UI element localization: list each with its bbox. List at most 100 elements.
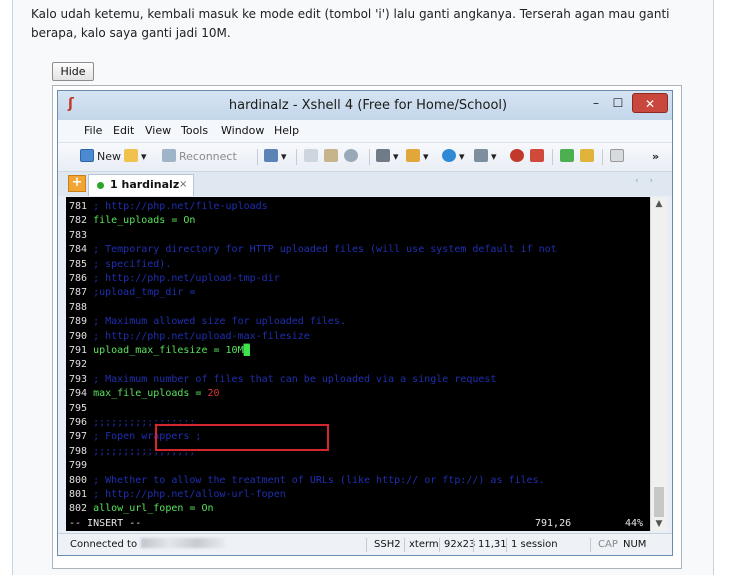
toolbar-overflow-button[interactable]: » xyxy=(652,148,659,166)
new-label: New xyxy=(97,150,121,163)
layout-button[interactable] xyxy=(560,148,577,166)
line-number: 782 xyxy=(69,215,88,227)
line-number: 789 xyxy=(69,316,88,328)
tab-scroll-arrows-icon[interactable]: ‹ › xyxy=(635,176,657,186)
line-text: file_uploads = On xyxy=(87,215,196,227)
xftp-button[interactable] xyxy=(530,148,547,166)
line-number: 796 xyxy=(69,417,88,428)
tools-icon xyxy=(474,149,488,162)
transfer-button[interactable]: ▾ xyxy=(406,148,429,166)
toolbar: New ▾ Reconnect ▾ ▾ ▾ ▾ ▾ » xyxy=(58,143,672,172)
line-number: 792 xyxy=(69,359,88,371)
terminal-line: 800 ; Whether to allow the treatment of … xyxy=(69,474,545,488)
connected-label: Connected to xyxy=(70,539,138,550)
connected-status-icon xyxy=(97,182,104,189)
vertical-scrollbar[interactable]: ▲ ▼ xyxy=(650,197,667,531)
print-button[interactable]: ▾ xyxy=(376,148,399,166)
toolbar-separator xyxy=(552,149,553,165)
line-text: ; http://php.net/file-uploads xyxy=(87,201,268,212)
xshell-window: ʃ hardinalz - Xshell 4 (Free for Home/Sc… xyxy=(57,90,673,556)
scroll-up-icon[interactable]: ▲ xyxy=(651,199,667,209)
copy-icon xyxy=(304,149,318,162)
line-text: ; Whether to allow the treatment of URLs… xyxy=(87,474,545,486)
connection-status: Connected to xyxy=(70,534,226,555)
terminal-line: 793 ; Maximum number of files that can b… xyxy=(69,373,496,387)
menu-window[interactable]: Window xyxy=(221,120,264,142)
tools-button[interactable]: ▾ xyxy=(474,148,497,166)
line-number: 785 xyxy=(69,258,88,270)
menu-bar: File Edit View Tools Window Help xyxy=(58,120,672,143)
search-icon xyxy=(344,149,358,162)
status-separator xyxy=(506,538,507,552)
toolbar-separator xyxy=(257,149,258,165)
folder-icon xyxy=(124,149,138,162)
terminal-type-status: xterm xyxy=(409,539,439,550)
new-session-button[interactable]: New xyxy=(80,148,121,166)
properties-button[interactable]: ▾ xyxy=(264,148,287,166)
menu-file[interactable]: File xyxy=(84,120,102,142)
minimize-button[interactable]: – xyxy=(586,93,606,113)
scroll-down-icon[interactable]: ▼ xyxy=(651,519,667,529)
terminal-area[interactable]: 781 ; http://php.net/file-uploads 782 fil… xyxy=(66,197,650,531)
add-session-icon[interactable]: + xyxy=(68,175,86,192)
terminal-line: 795 xyxy=(69,402,87,416)
properties-icon xyxy=(264,149,278,162)
reconnect-label: Reconnect xyxy=(179,150,237,163)
hide-button[interactable]: Hide xyxy=(52,62,94,81)
terminal-line: 794 max_file_uploads = 20 xyxy=(69,387,220,401)
menu-help[interactable]: Help xyxy=(274,120,299,142)
vim-mode-indicator: -- INSERT -- xyxy=(69,517,142,529)
line-number: 799 xyxy=(69,460,88,472)
maximize-button[interactable]: ☐ xyxy=(608,93,628,113)
lock-button[interactable] xyxy=(580,148,597,166)
terminal-line: 786 ; http://php.net/upload-tmp-dir xyxy=(69,272,280,286)
session-tab[interactable]: 1 hardinalz × xyxy=(88,174,194,196)
line-number: 790 xyxy=(69,330,88,342)
line-text: ; http://php.net/upload-tmp-dir xyxy=(87,273,280,284)
line-text: upload_max_filesize = 10M xyxy=(87,345,244,356)
line-text: ; Maximum allowed size for uploaded file… xyxy=(87,316,346,328)
reconnect-button[interactable]: Reconnect xyxy=(162,148,237,166)
xshell-button[interactable] xyxy=(510,148,527,166)
toolbar-separator xyxy=(296,149,297,165)
text-cursor: █ xyxy=(243,345,250,356)
copy-button[interactable] xyxy=(304,148,321,166)
find-button[interactable] xyxy=(344,148,361,166)
protocol-status: SSH2 xyxy=(374,539,401,550)
terminal-line: 781 ; http://php.net/file-uploads xyxy=(69,200,268,214)
keyboard-button[interactable] xyxy=(610,148,627,166)
print-icon xyxy=(376,149,390,162)
new-session-icon xyxy=(80,149,94,162)
close-button[interactable]: ✕ xyxy=(632,93,668,113)
line-number: 791 xyxy=(69,345,88,356)
menu-edit[interactable]: Edit xyxy=(113,120,134,142)
tab-close-icon[interactable]: × xyxy=(179,175,187,195)
line-number: 786 xyxy=(69,273,88,284)
paste-button[interactable] xyxy=(324,148,341,166)
post-text: Kalo udah ketemu, kembali masuk ke mode … xyxy=(31,7,670,40)
menu-tools[interactable]: Tools xyxy=(181,120,208,142)
menu-view[interactable]: View xyxy=(145,120,171,142)
terminal-line: 783 xyxy=(69,229,87,243)
line-number: 797 xyxy=(69,431,88,443)
status-bar: Connected to SSH2 xterm 92x23 11,31 1 se… xyxy=(58,533,672,555)
grid-icon xyxy=(560,149,574,162)
xshell-logo-icon: ʃ xyxy=(68,96,74,112)
title-bar: ʃ hardinalz - Xshell 4 (Free for Home/Sc… xyxy=(58,91,672,120)
status-separator xyxy=(439,538,440,552)
paste-icon xyxy=(324,149,338,162)
line-number: 793 xyxy=(69,373,88,385)
globe-button[interactable]: ▾ xyxy=(442,148,465,166)
scroll-thumb[interactable] xyxy=(654,487,664,517)
session-tab-bar: + 1 hardinalz × ‹ › xyxy=(58,172,672,196)
open-folder-button[interactable]: ▾ xyxy=(124,148,147,166)
line-number: 795 xyxy=(69,402,88,414)
terminal-line: 785 ; specified). xyxy=(69,258,171,272)
vim-status-line: -- INSERT -- 791,26 44% xyxy=(69,517,643,531)
globe-icon xyxy=(442,149,456,162)
line-text: ; http://php.net/allow-url-fopen xyxy=(87,489,286,500)
line-number: 800 xyxy=(69,474,88,486)
line-number: 802 xyxy=(69,503,88,515)
status-separator xyxy=(404,538,405,552)
terminal-line: 788 xyxy=(69,301,87,315)
